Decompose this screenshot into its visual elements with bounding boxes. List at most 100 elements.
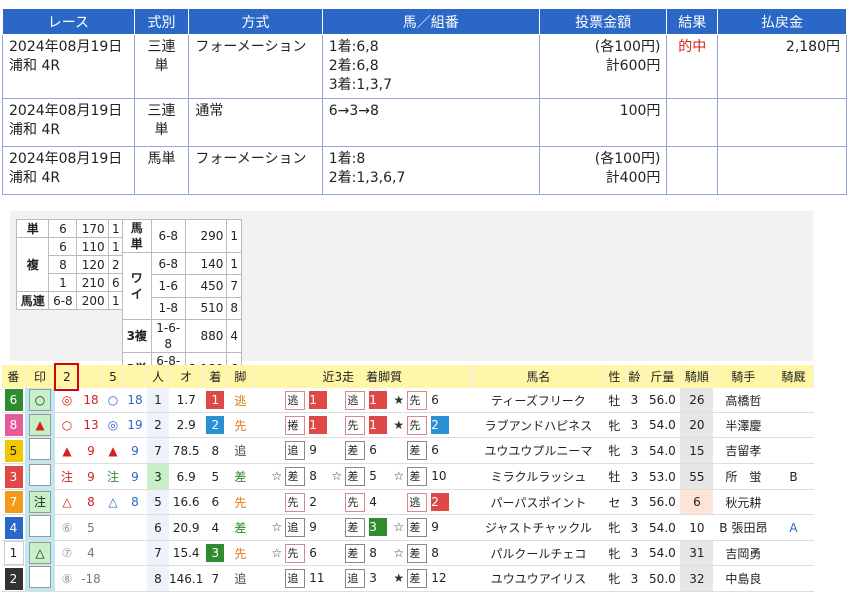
running-style: 逃 <box>227 388 254 413</box>
runner-row[interactable]: 4 ⑥ 5 6 20.9 4 差 ☆ 追 9差 3 ☆ 差 9 ジャストチャックル牝 3 54.0 10 B 張… <box>2 514 814 541</box>
race-header-cell: 印 <box>25 365 56 388</box>
horse-age: 3 <box>624 388 645 413</box>
jockey-rank: 55 <box>680 463 714 490</box>
prediction-mark-button[interactable]: 注 <box>29 491 51 513</box>
race-header-cell[interactable]: 5 <box>103 365 124 388</box>
horse-sex: 牡 <box>604 388 625 413</box>
jockey-name[interactable]: 高橋哲 <box>725 394 761 408</box>
predictor5-mark: ▲ <box>103 437 123 464</box>
run-style-box: 差 <box>407 467 428 486</box>
bet-type: 三連単 <box>133 98 190 147</box>
predictor2-mark: ◎ <box>55 388 79 413</box>
predictor5-mark: △ <box>103 489 123 515</box>
prediction-mark-button[interactable] <box>29 515 51 537</box>
recent-3-runs: 追 11 追 3 ★ 差 12 <box>253 565 472 592</box>
jockey-cell[interactable]: 所 蛍 <box>713 463 774 490</box>
prediction-mark-button[interactable] <box>29 464 51 486</box>
prediction-mark-button[interactable] <box>29 438 51 460</box>
run-result: 2 <box>309 494 317 509</box>
column-2-selected-highlight <box>54 363 79 391</box>
jockey-name[interactable]: 吉留孝 <box>725 444 761 458</box>
jockey-cell[interactable]: 中島良 <box>713 565 774 592</box>
run-result: 1 <box>309 390 328 409</box>
jockey-cell[interactable]: 吉岡勇 <box>713 540 774 566</box>
amount-line: 計400円 <box>605 170 661 186</box>
horse-number: 8 <box>4 414 23 436</box>
predictor5-score: 19 <box>123 412 147 438</box>
prediction-mark-button[interactable]: ○ <box>29 389 51 411</box>
runner-row[interactable]: 8 ▲ ○ 13 ◎ 19 2 2.9 2 先捲 1先 1 ★ 先 2 ラブアンドハピネス牝 3 54.0 2… <box>2 412 814 438</box>
runner-row[interactable]: 2 ⑧ -18 8 146.1 7 追追 11 追 3 ★ 差 12 ユウユウアイリス牝 3 50.0 3… <box>2 565 814 592</box>
runner-row[interactable]: 3 注 9 注 9 3 6.9 5 差 ☆ 差 8 ☆ 差 5 ☆ 差 10 ミラクルラッシュ牡 3 53.0 55… <box>2 463 814 490</box>
run-result: 9 <box>431 520 439 534</box>
bet-method: フォーメーション <box>188 34 323 99</box>
payout-table-right: 馬単 6-8 290 1 ワイ 6-8 140 1 1-6 450 7 1-8 510 8 3複 1-6-8 8… <box>122 219 242 386</box>
jockey-cell[interactable]: 半澤慶 <box>713 412 774 438</box>
horse-sex: 牝 <box>604 437 625 464</box>
jockey-cell[interactable]: 高橋哲 <box>713 388 774 413</box>
payout-value: 510 <box>184 296 228 321</box>
jockey-cell[interactable]: 吉留孝 <box>713 437 774 464</box>
run-style-box: 差 <box>285 467 306 486</box>
runner-row[interactable]: 7 注 △ 8 △ 8 5 16.6 6 先先 2先 4逃 2 パーパスポイントセ 3 56.0 6 秋元耕 <box>2 489 814 515</box>
odds: 146.1 <box>169 565 204 592</box>
race-header-cell: 番 <box>2 365 26 388</box>
combination-line: 1着:6,8 <box>328 39 379 55</box>
bets-header-cell: 馬／組番 <box>321 8 540 35</box>
horse-name[interactable]: ユウユウプルニーマ <box>472 437 605 464</box>
horse-name[interactable]: ミラクルラッシュ <box>472 463 605 490</box>
predictor2-mark: ⑥ <box>55 514 79 541</box>
run-style-box: 差 <box>345 543 366 563</box>
bets-header-cell: 方式 <box>188 8 323 35</box>
amount-line: (各100円) <box>594 151 661 167</box>
odds: 2.9 <box>169 412 204 438</box>
payout-popularity: 8 <box>226 296 242 321</box>
jockey-name[interactable]: 所 蛍 <box>725 470 761 484</box>
race-venue: 浦和 4R <box>9 58 61 74</box>
race-venue: 浦和 4R <box>9 170 61 186</box>
horse-name[interactable]: ラブアンドハピネス <box>472 412 605 438</box>
bet-method: 通常 <box>188 98 323 147</box>
prediction-mark-button[interactable]: ▲ <box>29 414 51 436</box>
horse-name[interactable]: ジャストチャックル <box>472 514 605 541</box>
runner-row[interactable]: 1 △ ⑦ 4 7 15.4 3 先 ☆ 先 6差 8 ☆ 差 8 パルクールチェコ牝 3 54.0 31 吉岡… <box>2 540 814 566</box>
jockey-name[interactable]: 張田昂 <box>732 521 768 535</box>
run-style-box: 先 <box>407 415 428 435</box>
payout-popularity: 4 <box>226 319 242 353</box>
predictor5-score <box>123 540 147 566</box>
payout-row: 単 6 170 1 <box>15 219 125 238</box>
predictor2-score: 9 <box>79 437 103 464</box>
horse-name[interactable]: ティーズフリーク <box>472 388 605 413</box>
jockey-rank: 20 <box>680 412 714 438</box>
jockey-cell[interactable]: B 張田昂 <box>713 514 774 541</box>
predictor2-score: 13 <box>79 412 103 438</box>
predictor2-score: 18 <box>79 388 103 413</box>
race-cell: 2024年08月19日 浦和 4R <box>2 34 135 99</box>
race-header-cell: 齢 <box>624 365 645 388</box>
horse-name[interactable]: パーパスポイント <box>472 489 605 515</box>
run-result: 8 <box>369 545 377 560</box>
race-header-cell: 性 <box>604 365 625 388</box>
prediction-mark-button[interactable]: △ <box>29 542 51 564</box>
horse-name[interactable]: ユウユウアイリス <box>472 565 605 592</box>
jockey-cell[interactable]: 秋元耕 <box>713 489 774 515</box>
jockey-name[interactable]: 半澤慶 <box>725 419 761 433</box>
bet-type: 三連単 <box>133 34 190 99</box>
jockey-name[interactable]: 中島良 <box>725 572 761 586</box>
weight: 54.0 <box>644 412 681 438</box>
horse-sex: 牡 <box>604 463 625 490</box>
horse-name[interactable]: パルクールチェコ <box>472 540 605 566</box>
run-result: 6 <box>431 443 439 457</box>
runner-row[interactable]: 5 ▲ 9 ▲ 9 7 78.5 8 追追 9差 6差 6 ユウユウプルニーマ牝 3 54.0 15 吉留… <box>2 437 814 464</box>
odds: 20.9 <box>169 514 204 541</box>
jockey-rank: 26 <box>680 388 714 413</box>
combination-line: 3着:1,3,7 <box>328 77 393 93</box>
runner-row[interactable]: 6 ○ ◎ 18 ○ 18 1 1.7 1 逃逃 1逃 1 ★ 先 6 ティーズフリーク牡 3 56.0 26… <box>2 388 814 413</box>
race-header-cell <box>123 365 148 388</box>
predictor2-score: 4 <box>79 540 103 566</box>
jockey-rank: 6 <box>680 489 714 515</box>
jockey-name[interactable]: 吉岡勇 <box>725 547 761 561</box>
jockey-name[interactable]: 秋元耕 <box>725 496 761 510</box>
prediction-mark-button[interactable] <box>29 566 51 588</box>
horse-age: 3 <box>624 540 645 566</box>
